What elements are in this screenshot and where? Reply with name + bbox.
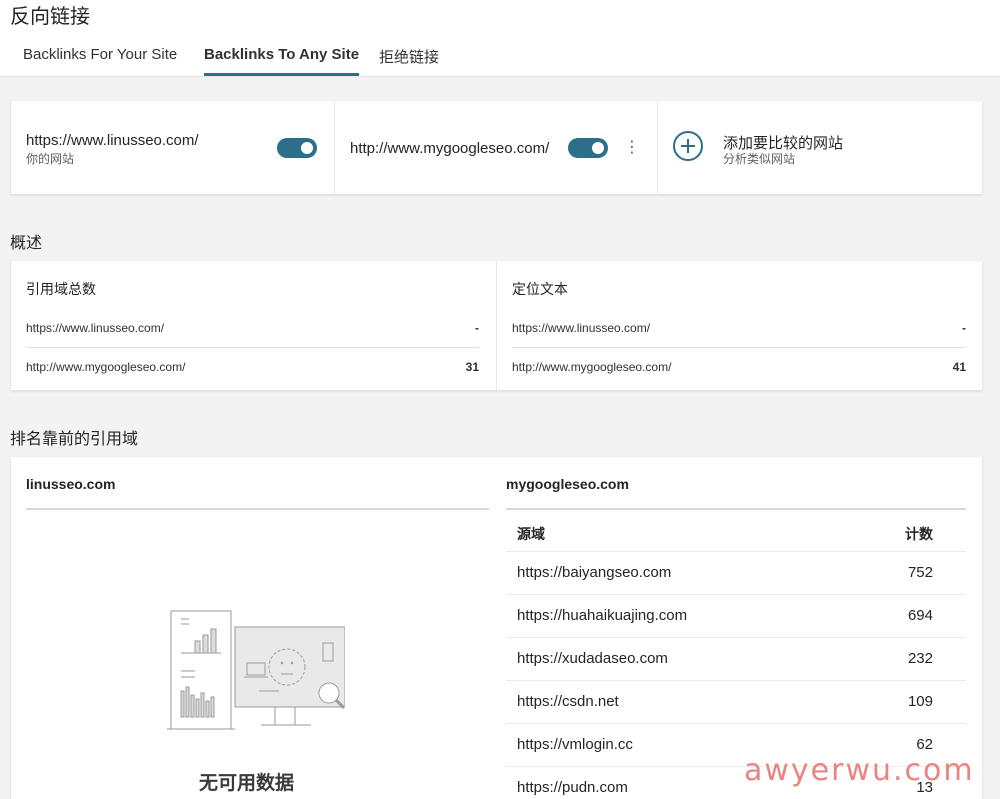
- top-domains-card: linusseo.com 无可用数据 mygoogleseo.com 源域 计数…: [11, 457, 982, 799]
- watermark: awyerwu.com: [744, 753, 975, 788]
- overview-row-value: -: [475, 321, 479, 335]
- add-site-cell[interactable]: 添加要比较的网站 分析类似网站: [658, 101, 982, 194]
- table-row[interactable]: https://csdn.net 109: [506, 680, 966, 723]
- overview-row-value: 41: [952, 360, 966, 374]
- overview-row: http://www.mygoogleseo.com/ 31: [26, 348, 479, 386]
- overview-title: 概述: [10, 235, 43, 252]
- compare-site-toggle[interactable]: [568, 138, 608, 158]
- anchor-text-heading: 定位文本: [512, 281, 568, 297]
- domain-cell[interactable]: https://baiyangseo.com: [517, 564, 671, 581]
- add-circle-icon[interactable]: [673, 131, 703, 161]
- tab-backlinks-for-your-site[interactable]: Backlinks For Your Site: [23, 46, 177, 76]
- primary-site-toggle[interactable]: [277, 138, 317, 158]
- domain-cell[interactable]: https://xudadaseo.com: [517, 650, 668, 667]
- page-title: 反向链接: [10, 6, 90, 28]
- referring-domains-panel: 引用域总数 https://www.linusseo.com/ - http:/…: [11, 261, 496, 390]
- tab-disavow-links[interactable]: 拒绝链接: [379, 46, 439, 76]
- overview-row: https://www.linusseo.com/ -: [26, 309, 479, 347]
- primary-site-subtitle: 你的网站: [26, 152, 75, 166]
- overview-row-value: 31: [465, 360, 479, 374]
- right-site-name: mygoogleseo.com: [506, 476, 629, 492]
- tab-backlinks-to-any-site[interactable]: Backlinks To Any Site: [204, 46, 360, 76]
- overview-row-value: -: [962, 321, 966, 335]
- more-options-icon[interactable]: ⋮: [624, 140, 640, 156]
- left-site-name: linusseo.com: [26, 476, 116, 492]
- site-comparison-card: https://www.linusseo.com/ 你的网站 http://ww…: [11, 101, 982, 194]
- count-cell: 109: [907, 693, 933, 710]
- table-row[interactable]: https://huahaikuajing.com 694: [506, 594, 966, 637]
- divider: [506, 508, 966, 510]
- no-data-text: 无可用数据: [199, 773, 295, 794]
- overview-row: http://www.mygoogleseo.com/ 41: [512, 348, 966, 386]
- overview-row: https://www.linusseo.com/ -: [512, 309, 966, 347]
- overview-card: 引用域总数 https://www.linusseo.com/ - http:/…: [11, 261, 982, 390]
- anchor-text-panel: 定位文本 https://www.linusseo.com/ - http://…: [497, 261, 982, 390]
- primary-site-cell: https://www.linusseo.com/ 你的网站: [11, 101, 334, 194]
- overview-row-site: http://www.mygoogleseo.com/: [512, 360, 672, 374]
- column-header-domain[interactable]: 源域: [517, 524, 545, 544]
- no-data-illustration-icon: [167, 610, 345, 730]
- compare-site-url: http://www.mygoogleseo.com/: [350, 140, 550, 157]
- column-header-count[interactable]: 计数: [905, 524, 933, 544]
- table-header: 源域 计数: [506, 513, 966, 551]
- divider: [26, 508, 489, 510]
- count-cell: 232: [907, 650, 933, 667]
- domain-cell[interactable]: https://pudn.com: [517, 779, 628, 796]
- compare-site-cell: http://www.mygoogleseo.com/ ⋮: [335, 101, 657, 194]
- add-site-subtitle: 分析类似网站: [723, 152, 796, 166]
- page-header: 反向链接 Backlinks For Your Site Backlinks T…: [0, 0, 1000, 77]
- domain-cell[interactable]: https://huahaikuajing.com: [517, 607, 687, 624]
- overview-row-site: http://www.mygoogleseo.com/: [26, 360, 186, 374]
- overview-row-site: https://www.linusseo.com/: [26, 321, 165, 335]
- table-row[interactable]: https://xudadaseo.com 232: [506, 637, 966, 680]
- referring-domains-heading: 引用域总数: [26, 281, 96, 297]
- primary-site-url: https://www.linusseo.com/: [26, 132, 199, 149]
- domain-cell[interactable]: https://csdn.net: [517, 693, 619, 710]
- domain-cell[interactable]: https://vmlogin.cc: [517, 736, 633, 753]
- count-cell: 694: [907, 607, 933, 624]
- top-domains-title: 排名靠前的引用域: [10, 431, 139, 448]
- count-cell: 752: [907, 564, 933, 581]
- overview-row-site: https://www.linusseo.com/: [512, 321, 651, 335]
- count-cell: 62: [916, 736, 933, 753]
- table-row[interactable]: https://baiyangseo.com 752: [506, 551, 966, 594]
